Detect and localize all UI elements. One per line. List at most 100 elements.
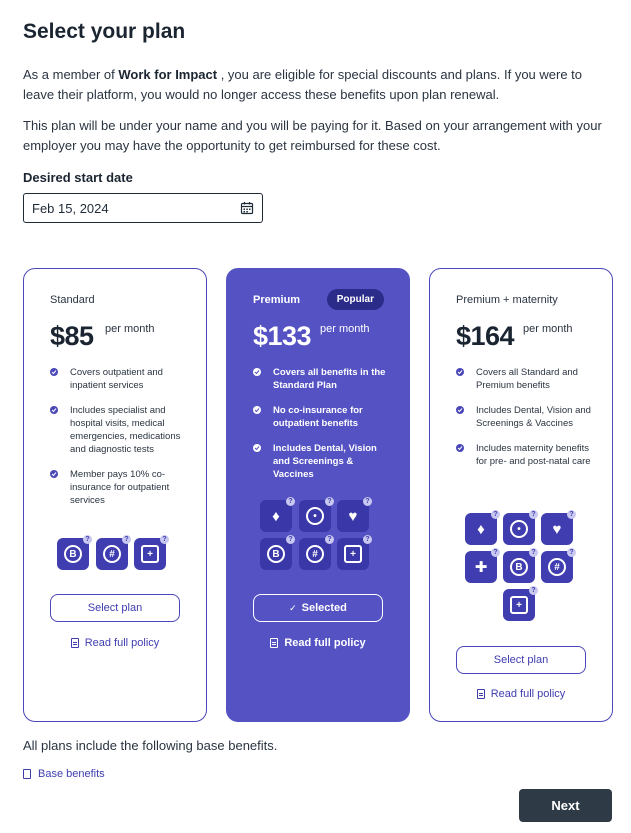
check-circle-icon: ✓ [289, 602, 297, 613]
feature-list: Covers all benefits in the Standard Plan… [253, 366, 393, 493]
id-card-icon[interactable]: +? [337, 535, 372, 570]
info-icon[interactable]: ? [363, 497, 372, 506]
company-name: Work for Impact [118, 67, 218, 82]
globe-icon[interactable]: #? [541, 548, 576, 583]
plan-card-standard[interactable]: Standard $85 per month Covers outpatient… [23, 268, 207, 722]
read-policy-label: Read full policy [490, 688, 566, 700]
read-policy-label: Read full policy [84, 637, 160, 649]
id-card-glyph: + [510, 596, 528, 614]
plan-card-premium[interactable]: Premium Popular $133 per month Covers al… [226, 268, 410, 722]
info-icon[interactable]: ? [286, 497, 295, 506]
pill-glyph: B [267, 545, 285, 563]
info-icon[interactable]: ? [491, 510, 500, 519]
feature-item: No co-insurance for outpatient benefits [253, 404, 393, 430]
vaccine-icon[interactable]: ♥? [337, 497, 372, 532]
document-icon [476, 689, 485, 699]
membership-notice: As a member of Work for Impact , you are… [23, 65, 603, 104]
check-icon [456, 406, 464, 414]
id-card-icon[interactable]: +? [503, 586, 538, 621]
plan-name: Premium [253, 294, 301, 306]
check-icon [253, 368, 261, 376]
pill-glyph: B [64, 545, 82, 563]
feature-item: Covers outpatient and inpatient services [50, 366, 190, 392]
tooth-icon[interactable]: ♦? [260, 497, 295, 532]
document-icon [270, 638, 279, 648]
feature-text: Includes maternity benefits for pre- and… [476, 443, 591, 467]
info-icon[interactable]: ? [529, 510, 538, 519]
reimbursement-notice: This plan will be under your name and yo… [23, 118, 602, 153]
globe-icon[interactable]: #? [96, 535, 131, 570]
tooth-icon[interactable]: ♦? [465, 510, 500, 545]
price-period: per month [105, 323, 155, 335]
info-icon[interactable]: ? [160, 535, 169, 544]
globe-icon[interactable]: #? [299, 535, 334, 570]
feature-item: Includes Dental, Vision and Screenings &… [456, 404, 596, 430]
syringe-icon[interactable]: ✚? [465, 548, 500, 583]
eye-icon[interactable]: •? [503, 510, 538, 545]
feature-item: Includes specialist and hospital visits,… [50, 404, 190, 456]
info-icon[interactable]: ? [567, 510, 576, 519]
page-title: Select your plan [23, 20, 186, 43]
info-icon[interactable]: ? [529, 586, 538, 595]
document-icon [70, 638, 79, 648]
info-icon[interactable]: ? [325, 497, 334, 506]
feature-text: Includes Dental, Vision and Screenings &… [476, 405, 591, 429]
feature-item: Covers all benefits in the Standard Plan [253, 366, 393, 392]
info-icon[interactable]: ? [529, 548, 538, 557]
syringe-glyph: ✚ [474, 559, 488, 576]
read-policy-link[interactable]: Read full policy [430, 688, 612, 700]
globe-glyph: # [306, 545, 324, 563]
feature-text: Covers all benefits in the Standard Plan [273, 367, 386, 391]
base-benefits-note: All plans include the following base ben… [23, 738, 278, 753]
start-date-label: Desired start date [23, 170, 133, 185]
feature-list: Covers outpatient and inpatient services… [50, 366, 190, 519]
info-icon[interactable]: ? [122, 535, 131, 544]
read-policy-link[interactable]: Read full policy [227, 637, 409, 649]
info-icon[interactable]: ? [83, 535, 92, 544]
feature-text: Includes Dental, Vision and Screenings &… [273, 443, 377, 480]
select-plan-button[interactable]: Select plan [456, 646, 586, 674]
pill-icon[interactable]: B? [503, 548, 538, 583]
check-icon [50, 368, 58, 376]
feature-item: Includes Dental, Vision and Screenings &… [253, 442, 393, 481]
info-icon[interactable]: ? [363, 535, 372, 544]
calendar-icon[interactable] [240, 201, 254, 215]
pill-icon[interactable]: B? [57, 535, 92, 570]
plan-price: $164 [456, 321, 515, 351]
price-period: per month [320, 323, 370, 335]
price-period: per month [523, 323, 573, 335]
id-card-glyph: + [141, 545, 159, 563]
select-plan-button[interactable]: Select plan [50, 594, 180, 622]
info-icon[interactable]: ? [491, 548, 500, 557]
check-icon [50, 406, 58, 414]
pill-glyph: B [510, 558, 528, 576]
check-icon [456, 368, 464, 376]
info-icon[interactable]: ? [325, 535, 334, 544]
eye-icon[interactable]: •? [299, 497, 334, 532]
base-benefits-link[interactable]: Base benefits [23, 768, 105, 780]
id-card-icon[interactable]: +? [134, 535, 169, 570]
feature-text: Member pays 10% co-insurance for outpati… [70, 469, 170, 506]
start-date-input[interactable]: Feb 15, 2024 [23, 193, 263, 223]
info-icon[interactable]: ? [286, 535, 295, 544]
pill-icon[interactable]: B? [260, 535, 295, 570]
selected-plan-button[interactable]: ✓ Selected [253, 594, 383, 622]
vaccine-glyph: ♥ [348, 507, 358, 525]
read-policy-link[interactable]: Read full policy [24, 637, 206, 649]
selected-label: Selected [301, 602, 347, 614]
feature-item: Member pays 10% co-insurance for outpati… [50, 468, 190, 507]
id-card-glyph: + [344, 545, 362, 563]
check-icon [50, 470, 58, 478]
plan-price: $85 [50, 321, 94, 351]
plan-name: Standard [50, 294, 95, 306]
feature-text: No co-insurance for outpatient benefits [273, 405, 363, 429]
next-button[interactable]: Next [519, 789, 612, 822]
info-icon[interactable]: ? [567, 548, 576, 557]
eye-glyph: • [306, 507, 324, 525]
vaccine-icon[interactable]: ♥? [541, 510, 576, 545]
feature-item: Includes maternity benefits for pre- and… [456, 442, 596, 468]
globe-glyph: # [548, 558, 566, 576]
base-benefits-label: Base benefits [38, 768, 105, 780]
plan-card-premium-maternity[interactable]: Premium + maternity $164 per month Cover… [429, 268, 613, 722]
feature-text: Includes specialist and hospital visits,… [70, 405, 181, 455]
